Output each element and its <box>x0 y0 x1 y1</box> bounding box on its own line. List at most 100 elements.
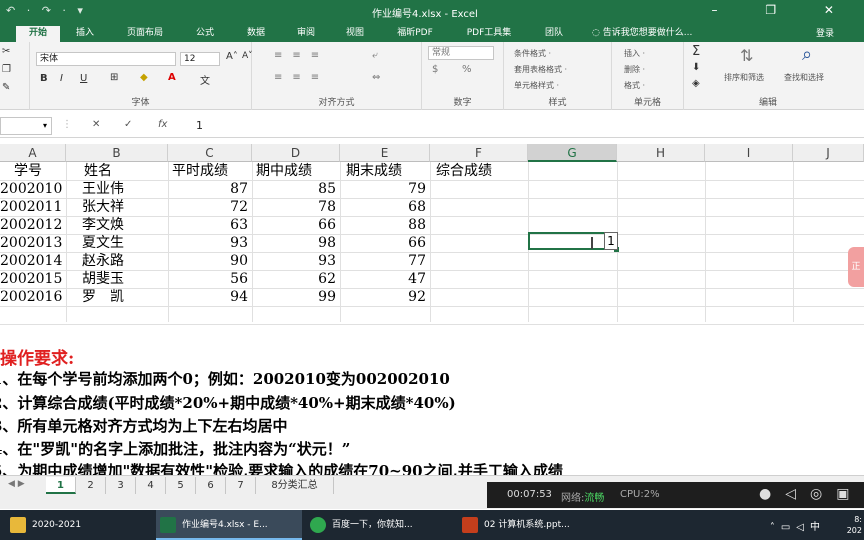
enter-icon[interactable]: ✓ <box>124 119 132 130</box>
cell-student-name[interactable]: 李文焕 <box>82 216 168 234</box>
cell-student-id[interactable]: 2002013 <box>0 234 80 252</box>
chevron-down-icon[interactable]: ▾ <box>43 121 47 130</box>
tab-data[interactable]: 数据 <box>232 26 280 42</box>
percent-button[interactable]: % <box>462 64 472 75</box>
border-icon[interactable]: ⊞ <box>110 72 118 83</box>
tell-me-box[interactable]: ◌ 告诉我您想要做什么... <box>592 26 772 42</box>
cell-final-score[interactable]: 68 <box>340 198 430 216</box>
format-as-table-button[interactable]: 套用表格格式 · <box>514 64 567 75</box>
cell-student-id[interactable]: 2002016 <box>0 288 80 306</box>
header-cell-final-score[interactable]: 期末成绩 <box>346 162 430 180</box>
cell-student-id[interactable]: 2002015 <box>0 270 80 288</box>
cell-midterm-score[interactable]: 98 <box>252 234 340 252</box>
grow-font-button[interactable]: A˄ <box>226 51 238 62</box>
copy-icon[interactable]: ❐ <box>2 64 11 75</box>
clear-icon[interactable]: ◈ <box>692 78 700 89</box>
quick-access-toolbar[interactable]: ↶ · ↷ · ▾ <box>6 4 87 17</box>
cell-student-id[interactable]: 2002012 <box>0 216 80 234</box>
phonetic-icon[interactable]: 文 <box>200 72 210 87</box>
column-header-f[interactable]: F <box>430 144 528 162</box>
sheet-tab-3[interactable]: 3 <box>106 477 136 494</box>
cell-final-score[interactable]: 66 <box>340 234 430 252</box>
font-name-select[interactable]: 宋体 <box>36 52 176 66</box>
cell-midterm-score[interactable]: 93 <box>252 252 340 270</box>
system-tray[interactable]: ˄▭◁中 <box>770 518 826 533</box>
sort-filter-icon[interactable]: ⇅ <box>740 46 753 65</box>
column-header-a[interactable]: A <box>0 144 66 162</box>
sheet-tab-8[interactable]: 8分类汇总 <box>256 477 334 494</box>
cell-final-score[interactable]: 47 <box>340 270 430 288</box>
sheet-tab-6[interactable]: 6 <box>196 477 226 494</box>
header-cell-midterm-score[interactable]: 期中成绩 <box>256 162 340 180</box>
conditional-format-button[interactable]: 条件格式 · <box>514 48 551 59</box>
cell-usual-score[interactable]: 87 <box>168 180 252 198</box>
tab-formulas[interactable]: 公式 <box>180 26 230 42</box>
sheet-scroll-icon[interactable]: ◀ ▶ <box>8 479 25 489</box>
cell-usual-score[interactable]: 56 <box>168 270 252 288</box>
cell-student-name[interactable]: 罗 凯 <box>82 288 168 306</box>
cell-usual-score[interactable]: 72 <box>168 198 252 216</box>
cell-usual-score[interactable]: 93 <box>168 234 252 252</box>
find-select-icon[interactable]: ⌕ <box>802 44 812 65</box>
cell-midterm-score[interactable]: 62 <box>252 270 340 288</box>
cell-midterm-score[interactable]: 85 <box>252 180 340 198</box>
recorder-control-icons[interactable]: ●◁◎▣ <box>759 486 863 502</box>
cell-student-id[interactable]: 2002014 <box>0 252 80 270</box>
horizontal-align-icons[interactable]: ≡≡≡ <box>274 72 329 83</box>
ime-indicator[interactable]: 中 <box>810 522 826 533</box>
merge-center-icon[interactable]: ⇔ <box>372 72 380 83</box>
chevron-up-icon[interactable]: ˄ <box>770 522 781 533</box>
worksheet-grid[interactable]: A B C D E F G H I J 学号 姓名 平时成绩 期中成绩 期末成绩… <box>0 144 864 480</box>
underline-button[interactable]: U <box>80 73 87 84</box>
font-size-select[interactable]: 12 <box>180 52 220 66</box>
sheet-tab-7[interactable]: 7 <box>226 477 256 494</box>
format-painter-icon[interactable]: ✎ <box>2 82 10 93</box>
sort-filter-button[interactable]: 排序和筛选 <box>724 72 764 83</box>
taskbar-item-excel[interactable]: 作业编号4.xlsx - E... <box>156 510 302 540</box>
format-cells-button[interactable]: 格式 · <box>624 80 645 91</box>
taskbar-item-browser[interactable]: 百度一下，你就知... <box>306 510 456 540</box>
login-button[interactable]: 登录 <box>816 26 834 39</box>
tab-pdf-tools[interactable]: PDF工具集 <box>452 26 526 42</box>
cell-student-id[interactable]: 2002011 <box>0 198 80 216</box>
cell-edit-box[interactable]: 1 <box>604 232 618 250</box>
cell-usual-score[interactable]: 63 <box>168 216 252 234</box>
vertical-align-icons[interactable]: ≡≡≡ <box>274 50 329 61</box>
taskbar-clock[interactable]: 8: 202 <box>847 514 862 536</box>
header-cell-usual-score[interactable]: 平时成绩 <box>172 162 252 180</box>
tab-insert[interactable]: 插入 <box>62 26 108 42</box>
delete-cells-button[interactable]: 删除 · <box>624 64 645 75</box>
taskbar-item-powerpoint[interactable]: 02 计算机系统.ppt... <box>458 510 608 540</box>
cell-usual-score[interactable]: 94 <box>168 288 252 306</box>
number-format-select[interactable]: 常规 <box>428 46 494 60</box>
currency-icon[interactable]: $ <box>432 64 438 75</box>
tab-page-layout[interactable]: 页面布局 <box>112 26 178 42</box>
fill-color-icon[interactable]: ◆ <box>140 72 148 83</box>
header-cell-name[interactable]: 姓名 <box>84 162 168 180</box>
cell-student-name[interactable]: 王业伟 <box>82 180 168 198</box>
cell-final-score[interactable]: 88 <box>340 216 430 234</box>
cell-midterm-score[interactable]: 78 <box>252 198 340 216</box>
cell-styles-button[interactable]: 单元格样式 · <box>514 80 559 91</box>
cell-final-score[interactable]: 79 <box>340 180 430 198</box>
cell-student-name[interactable]: 胡斐玉 <box>82 270 168 288</box>
sheet-tab-5[interactable]: 5 <box>166 477 196 494</box>
formula-input[interactable]: 1 <box>196 119 203 132</box>
cut-icon[interactable]: ✂ <box>2 46 10 57</box>
autosum-icon[interactable]: Σ <box>692 44 700 59</box>
column-header-j[interactable]: J <box>793 144 864 162</box>
insert-function-icon[interactable]: fx <box>158 119 167 130</box>
cancel-icon[interactable]: ✕ <box>92 119 100 130</box>
cell-usual-score[interactable]: 90 <box>168 252 252 270</box>
cell-student-name[interactable]: 赵永路 <box>82 252 168 270</box>
tab-foxit-pdf[interactable]: 福昕PDF <box>382 26 448 42</box>
network-icon[interactable]: ▭ <box>781 522 796 533</box>
font-color-button[interactable]: A <box>168 72 176 83</box>
column-header-d[interactable]: D <box>252 144 340 162</box>
cell-final-score[interactable]: 92 <box>340 288 430 306</box>
bold-button[interactable]: B <box>40 73 48 84</box>
taskbar-item-folder[interactable]: 2020-2021 <box>6 510 156 540</box>
cell-student-name[interactable]: 夏文生 <box>82 234 168 252</box>
sheet-tab-1[interactable]: 1 <box>46 477 76 494</box>
header-cell-overall-score[interactable]: 综合成绩 <box>436 162 528 180</box>
